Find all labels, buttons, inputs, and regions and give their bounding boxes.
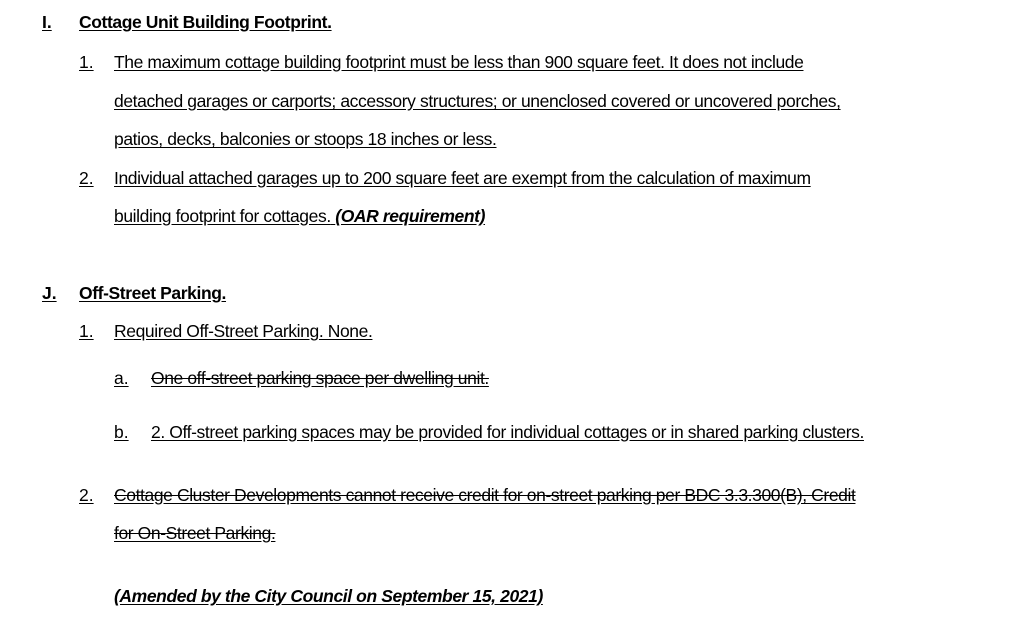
- section-i-item-2-line-2: building footprint for cottages. (OAR re…: [114, 206, 485, 227]
- section-i-item-2-number: 2.: [79, 168, 94, 188]
- section-i-item-1-number: 1.: [79, 52, 94, 72]
- amendment-note: (Amended by the City Council on Septembe…: [114, 586, 543, 606]
- sub-item-b-text: 2. Off-street parking spaces may be prov…: [151, 422, 864, 442]
- sub-item-a-letter: a.: [114, 368, 129, 388]
- sub-item-a-text: One off-street parking space per dwellin…: [151, 368, 489, 388]
- section-i-item-2-text: building footprint for cottages.: [114, 206, 331, 226]
- oar-requirement-note: (OAR requirement): [335, 206, 486, 226]
- section-j-item-2-line-2: for On-Street Parking.: [114, 523, 276, 543]
- section-i-item-1-line-3: patios, decks, balconies or stoops 18 in…: [114, 129, 497, 149]
- section-j-letter: J.: [42, 283, 57, 303]
- section-i-item-2-line-1: Individual attached garages up to 200 sq…: [114, 168, 811, 188]
- section-j-item-2-line-1: Cottage Cluster Developments cannot rece…: [114, 485, 856, 505]
- sub-item-b-letter: b.: [114, 422, 129, 442]
- section-j-item-1-text: Required Off-Street Parking. None.: [114, 321, 373, 341]
- section-i-item-1-line-2: detached garages or carports; accessory …: [114, 91, 841, 111]
- section-i-letter: I.: [42, 12, 52, 32]
- section-i-title: Cottage Unit Building Footprint.: [79, 12, 332, 32]
- section-i-item-1-line-1: The maximum cottage building footprint m…: [114, 52, 804, 72]
- section-j-title: Off-Street Parking.: [79, 283, 227, 303]
- section-j-item-1-number: 1.: [79, 321, 94, 341]
- section-j-item-2-number: 2.: [79, 485, 94, 505]
